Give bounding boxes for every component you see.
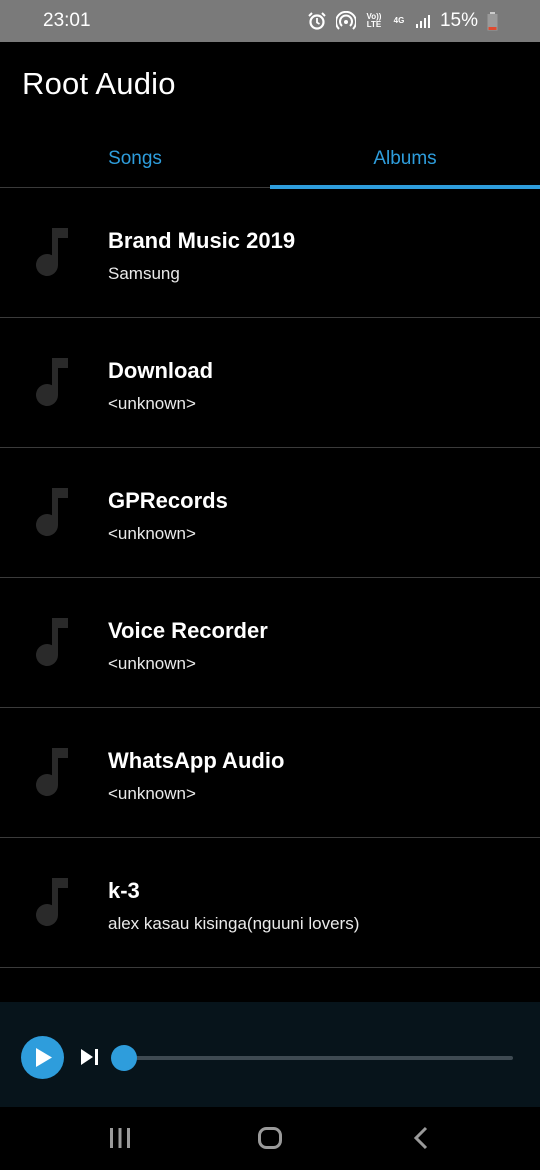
play-button[interactable]: [21, 1036, 64, 1079]
music-note-icon: [36, 488, 68, 536]
home-icon[interactable]: [257, 1125, 283, 1156]
album-title: WhatsApp Audio: [108, 748, 285, 773]
album-row[interactable]: GPRecords <unknown>: [0, 448, 540, 578]
4g-icon: 4G: [393, 16, 405, 25]
album-artist: Samsung: [108, 264, 180, 283]
signal-icon: [415, 13, 431, 29]
status-icons: Vo)) LTE 4G 15%: [307, 10, 498, 32]
album-title: k-3: [108, 878, 140, 903]
seek-thumb[interactable]: [111, 1045, 137, 1071]
album-artist: alex kasau kisinga(nguuni lovers): [108, 914, 360, 933]
status-bar: 23:01 Vo)) LTE 4G 15%: [0, 0, 540, 42]
alarm-icon: [307, 11, 327, 31]
skip-next-icon: [81, 1049, 98, 1065]
navigation-bar: [0, 1107, 540, 1170]
player-bar: [0, 1002, 540, 1107]
hotspot-icon: [335, 11, 356, 31]
album-title: Brand Music 2019: [108, 228, 296, 253]
tab-bar: Songs Albums: [0, 130, 540, 189]
album-artist: <unknown>: [108, 524, 196, 543]
music-note-icon: [36, 618, 68, 666]
album-artist: <unknown>: [108, 654, 196, 673]
music-note-icon: [36, 748, 68, 796]
skip-next-button[interactable]: [80, 1048, 100, 1071]
album-artist: <unknown>: [108, 394, 196, 413]
music-note-icon: [36, 358, 68, 406]
album-row[interactable]: Voice Recorder <unknown>: [0, 578, 540, 708]
battery-icon: [487, 11, 498, 31]
tab-songs[interactable]: Songs: [0, 130, 270, 188]
tab-albums[interactable]: Albums: [270, 130, 540, 188]
album-artist: <unknown>: [108, 784, 196, 803]
recents-icon[interactable]: [108, 1125, 132, 1156]
status-time: 23:01: [43, 10, 91, 31]
music-note-icon: [36, 228, 68, 276]
volte-icon: Vo)) LTE: [366, 12, 382, 29]
album-row[interactable]: WhatsApp Audio <unknown>: [0, 708, 540, 838]
album-row[interactable]: Brand Music 2019 Samsung: [0, 188, 540, 318]
album-title: Download: [108, 358, 214, 383]
album-title: Voice Recorder: [108, 618, 268, 643]
album-title: GPRecords: [108, 488, 228, 513]
album-row[interactable]: Download <unknown>: [0, 318, 540, 448]
music-note-icon: [36, 878, 68, 926]
back-icon[interactable]: [412, 1125, 430, 1156]
album-row[interactable]: k-3 alex kasau kisinga(nguuni lovers): [0, 838, 540, 968]
app-title: Root Audio: [22, 66, 176, 101]
seek-track[interactable]: [124, 1056, 513, 1060]
battery-percent: 15%: [439, 10, 478, 31]
album-list: Brand Music 2019 Samsung Download <unkno…: [0, 188, 540, 968]
play-icon: [36, 1048, 52, 1067]
